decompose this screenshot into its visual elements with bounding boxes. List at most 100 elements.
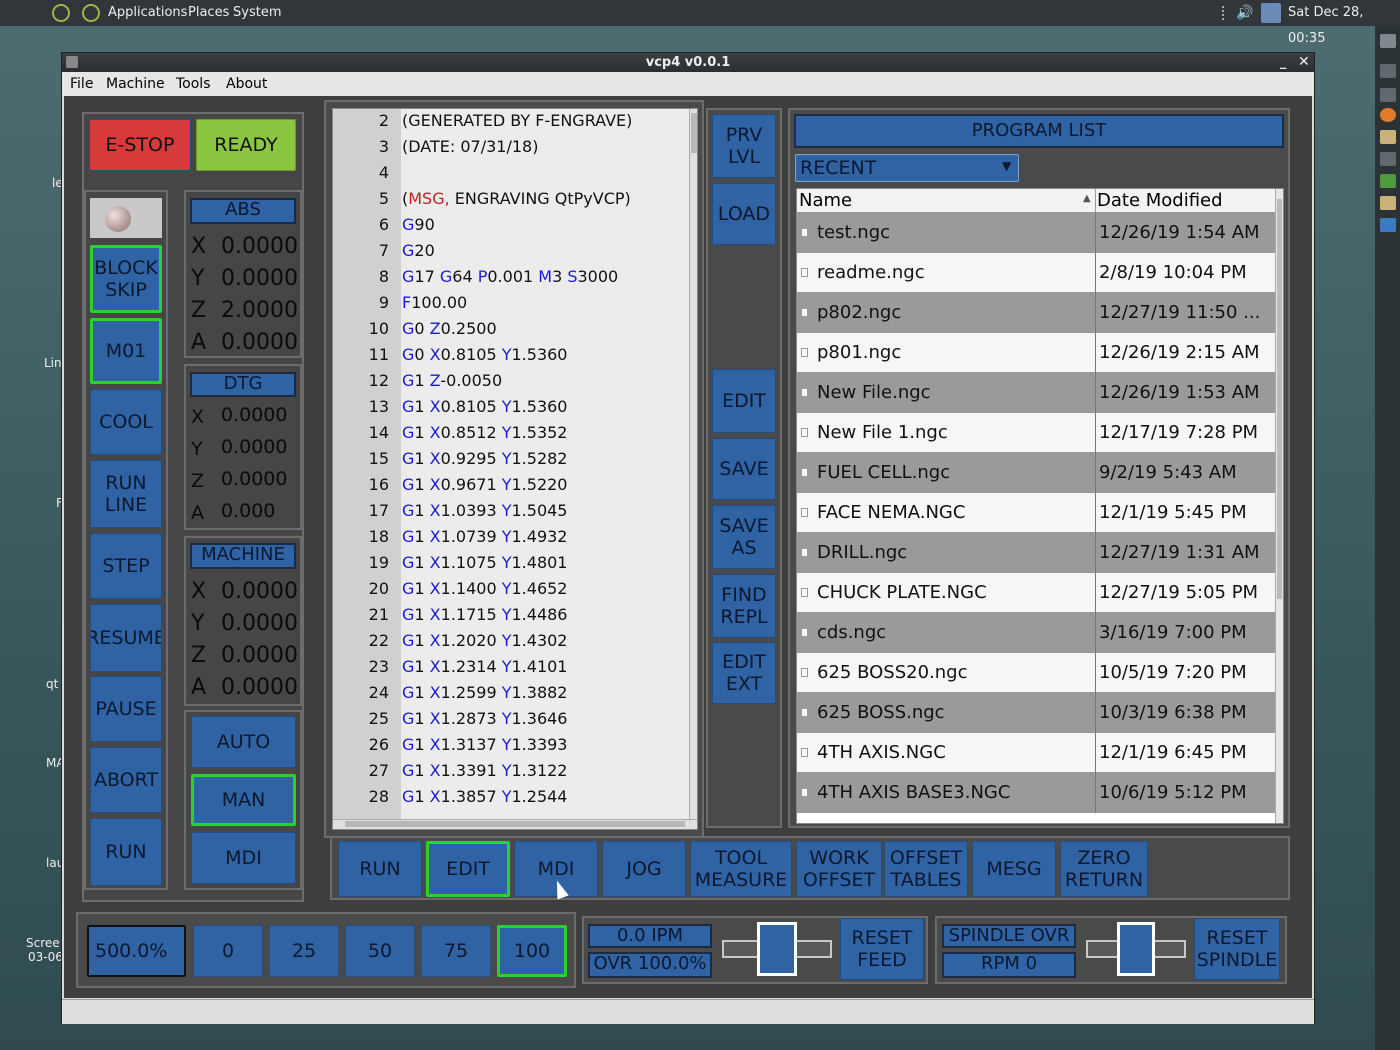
dock-terminal-icon-3[interactable]	[1380, 152, 1396, 166]
dock-app-icon[interactable]	[1380, 174, 1396, 188]
file-row[interactable]: CHUCK PLATE.NGC 12/27/19 5:05 PM	[797, 573, 1275, 613]
file-row[interactable]: 625 BOSS.ngc 10/3/19 6:38 PM	[797, 693, 1275, 733]
find-replace-button[interactable]: FIND REPL	[712, 574, 776, 638]
column-name[interactable]: Name	[799, 190, 852, 211]
app-launcher-icon-2[interactable]	[82, 4, 100, 22]
editor-horizontal-scrollbar[interactable]	[333, 819, 697, 829]
dock-folder-icon-2[interactable]	[1380, 196, 1396, 210]
code-line[interactable]: (GENERATED BY F-ENGRAVE)	[402, 111, 632, 130]
window-titlebar[interactable]: vcp4 v0.0.1 _ ✕	[62, 53, 1314, 72]
file-row[interactable]: DRILL.ngc 12/27/19 1:31 AM	[797, 533, 1275, 573]
dock-firefox-icon[interactable]	[1380, 108, 1396, 122]
run-button[interactable]: RUN	[90, 818, 162, 886]
code-line[interactable]: G90	[402, 215, 435, 234]
file-row[interactable]: readme.ngc 2/8/19 10:04 PM	[797, 253, 1275, 293]
code-line[interactable]: G1 X1.0393 Y1.5045	[402, 501, 567, 520]
code-line[interactable]: G1 X1.3857 Y1.2544	[402, 787, 567, 806]
m01-button[interactable]: M01	[90, 318, 162, 384]
code-line[interactable]: G1 Z-0.0050	[402, 371, 502, 390]
feed-slider-handle[interactable]	[757, 922, 797, 976]
code-line[interactable]: G20	[402, 241, 435, 260]
edit-external-button[interactable]: EDIT EXT	[712, 642, 776, 704]
preset-100-button[interactable]: 100	[497, 925, 567, 977]
tab-jog[interactable]: JOG	[602, 841, 686, 897]
file-row[interactable]: p802.ngc 12/27/19 11:50 ...	[797, 293, 1275, 333]
code-line[interactable]: G1 X1.3137 Y1.3393	[402, 735, 567, 754]
dock-window-icon[interactable]	[1380, 218, 1396, 232]
preset-0-button[interactable]: 0	[193, 925, 263, 977]
editor-vertical-scrollbar[interactable]	[689, 109, 697, 819]
code-line[interactable]: G17 G64 P0.001 M3 S3000	[402, 267, 618, 286]
window-menu-icon[interactable]	[66, 56, 78, 68]
menu-machine[interactable]: Machine	[106, 72, 165, 96]
code-line[interactable]: G1 X1.1715 Y1.4486	[402, 605, 567, 624]
file-row[interactable]: FUEL CELL.ngc 9/2/19 5:43 AM	[797, 453, 1275, 493]
abort-button[interactable]: ABORT	[90, 747, 162, 813]
code-line[interactable]: G1 X1.0739 Y1.4932	[402, 527, 567, 546]
ready-button[interactable]: READY	[196, 119, 296, 171]
tab-tool-measure[interactable]: TOOL MEASURE	[690, 841, 792, 897]
network-icon[interactable]	[1261, 3, 1281, 23]
menu-applications[interactable]: Applications	[108, 0, 187, 26]
edit-button[interactable]: EDIT	[712, 369, 776, 433]
man-mode-button[interactable]: MAN	[191, 774, 296, 826]
file-row[interactable]: 4TH AXIS.NGC 12/1/19 6:45 PM	[797, 733, 1275, 773]
code-line[interactable]: G1 X1.2873 Y1.3646	[402, 709, 567, 728]
tab-offset-tables[interactable]: OFFSET TABLES	[884, 841, 968, 897]
gcode-editor[interactable]: 2 (GENERATED BY F-ENGRAVE) 3 (DATE: 07/31/1…	[332, 108, 698, 830]
column-date-modified[interactable]: Date Modified	[1097, 190, 1223, 211]
menu-about[interactable]: About	[226, 72, 267, 96]
menu-tools[interactable]: Tools	[176, 72, 211, 96]
code-line[interactable]: G1 X1.1075 Y1.4801	[402, 553, 567, 572]
list-scrollbar[interactable]	[1275, 189, 1283, 823]
pause-button[interactable]: PAUSE	[90, 676, 162, 742]
mdi-mode-button[interactable]: MDI	[191, 832, 296, 884]
preset-50-button[interactable]: 50	[345, 925, 415, 977]
desktop-label[interactable]: qt	[46, 677, 58, 691]
code-line[interactable]: (MSG, ENGRAVING QtPyVCP)	[402, 189, 631, 208]
preset-75-button[interactable]: 75	[421, 925, 491, 977]
scroll-thumb[interactable]	[691, 113, 697, 153]
step-button[interactable]: STEP	[90, 533, 162, 599]
prev-level-button[interactable]: PRV LVL	[712, 114, 776, 178]
tab-run[interactable]: RUN	[338, 841, 422, 897]
menu-system[interactable]: System	[233, 0, 281, 26]
code-line[interactable]: G1 X1.2599 Y1.3882	[402, 683, 567, 702]
tab-edit[interactable]: EDIT	[426, 841, 510, 897]
code-line[interactable]: G0 X0.8105 Y1.5360	[402, 345, 567, 364]
dock-camera-icon[interactable]	[1380, 34, 1396, 48]
file-row[interactable]: 4TH AXIS BASE3.NGC 10/6/19 5:12 PM	[797, 773, 1275, 813]
file-row[interactable]: FACE NEMA.NGC 12/1/19 5:45 PM	[797, 493, 1275, 533]
save-as-button[interactable]: SAVE AS	[712, 505, 776, 569]
app-launcher-icon[interactable]	[52, 4, 70, 22]
file-row[interactable]: 625 BOSS20.ngc 10/5/19 7:20 PM	[797, 653, 1275, 693]
desktop-label[interactable]: Lin	[44, 356, 62, 370]
scroll-thumb[interactable]	[345, 821, 685, 827]
dock-folder-icon[interactable]	[1380, 130, 1396, 144]
preset-25-button[interactable]: 25	[269, 925, 339, 977]
reset-spindle-button[interactable]: RESET SPINDLE	[1194, 918, 1280, 980]
auto-mode-button[interactable]: AUTO	[191, 716, 296, 768]
desktop-label[interactable]: Scree	[26, 936, 60, 950]
file-row[interactable]: cds.ngc 3/16/19 7:00 PM	[797, 613, 1275, 653]
code-line[interactable]: F100.00	[402, 293, 467, 312]
file-row[interactable]: p801.ngc 12/26/19 2:15 AM	[797, 333, 1275, 373]
desktop-label[interactable]: 03-06	[28, 950, 63, 964]
code-line[interactable]: G1 X0.9295 Y1.5282	[402, 449, 567, 468]
cool-button[interactable]: COOL	[90, 389, 162, 455]
tab-work-offset[interactable]: WORK OFFSET	[796, 841, 882, 897]
minimize-icon[interactable]: _	[1280, 53, 1287, 72]
code-line[interactable]: G1 X1.2020 Y1.4302	[402, 631, 567, 650]
run-line-button[interactable]: RUN LINE	[90, 460, 162, 528]
code-line[interactable]: G1 X1.2314 Y1.4101	[402, 657, 567, 676]
menu-places[interactable]: Places	[188, 0, 229, 26]
menu-file[interactable]: File	[70, 72, 93, 96]
code-line[interactable]: G1 X1.1400 Y1.4652	[402, 579, 567, 598]
close-icon[interactable]: ✕	[1298, 53, 1310, 72]
estop-button[interactable]: E-STOP	[89, 119, 191, 171]
dock-terminal-icon-2[interactable]	[1380, 88, 1396, 102]
filter-dropdown[interactable]: RECENT ▼	[795, 154, 1019, 182]
code-line[interactable]: G1 X1.3391 Y1.3122	[402, 761, 567, 780]
volume-icon[interactable]: 🔊	[1236, 0, 1253, 26]
save-button[interactable]: SAVE	[712, 438, 776, 500]
